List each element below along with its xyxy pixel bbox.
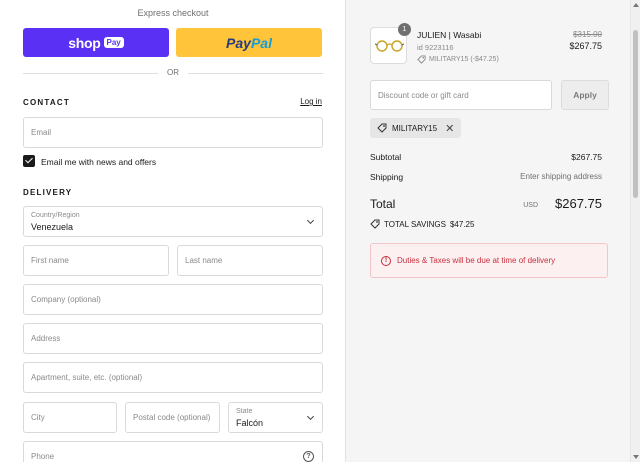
subtotal-value: $267.75 [571, 152, 602, 162]
total-currency: USD [523, 202, 538, 209]
apartment-placeholder: Apartment, suite, etc. (optional) [31, 373, 143, 382]
company-placeholder: Company (optional) [31, 295, 101, 304]
first-name-placeholder: First name [31, 256, 69, 265]
total-savings-value: $47.25 [449, 219, 475, 229]
last-name-field[interactable]: Last name [177, 245, 323, 276]
delivery-heading: DELIVERY [23, 188, 73, 197]
email-field[interactable]: Email [23, 117, 323, 148]
product-current-price: $267.75 [569, 41, 602, 51]
chevron-down-icon [306, 216, 315, 225]
paypal-button[interactable]: Pay Pal [176, 28, 322, 57]
newsletter-label[interactable]: Email me with news and offers [41, 157, 156, 167]
checkout-form-panel: Express checkout shop Pay Pay Pal OR CONT… [0, 0, 345, 462]
remove-discount-icon[interactable]: ✕ [445, 122, 454, 135]
product-discount-text: MILITARY15 (-$47.25) [429, 56, 499, 63]
product-name: JULIEN | Wasabi [417, 30, 482, 40]
email-placeholder: Email [31, 128, 52, 137]
shop-pay-button[interactable]: shop Pay [23, 28, 169, 57]
paypal-wordmark-part2: Pal [250, 34, 272, 51]
quantity-badge: 1 [398, 23, 411, 36]
product-original-price: $315.00 [573, 30, 602, 39]
duties-alert-text: Duties & Taxes will be due at time of de… [397, 256, 556, 265]
state-label: State [236, 408, 253, 415]
total-label: Total [370, 197, 396, 211]
total-savings: TOTAL SAVINGS $47.25 [370, 219, 474, 229]
last-name-placeholder: Last name [185, 256, 223, 265]
paypal-wordmark-part1: Pay [226, 34, 251, 51]
country-value: Venezuela [31, 222, 74, 232]
city-placeholder: City [31, 413, 45, 422]
phone-placeholder: Phone [31, 452, 55, 461]
glasses-icon [375, 40, 404, 52]
total-savings-label: TOTAL SAVINGS [384, 219, 446, 229]
express-checkout-title: Express checkout [137, 8, 209, 18]
shop-pay-badge: Pay [103, 37, 124, 48]
login-link[interactable]: Log in [300, 97, 322, 106]
newsletter-checkbox[interactable] [23, 155, 35, 167]
tag-icon [377, 123, 387, 133]
tag-icon [370, 219, 380, 229]
postal-code-field[interactable]: Postal code (optional) [125, 402, 220, 433]
shipping-value: Enter shipping address [520, 172, 602, 181]
chevron-down-icon [306, 412, 315, 421]
company-field[interactable]: Company (optional) [23, 284, 323, 315]
alert-icon: ! [381, 255, 391, 266]
apartment-field[interactable]: Apartment, suite, etc. (optional) [23, 362, 323, 393]
scroll-up-icon[interactable] [633, 3, 639, 7]
postal-code-placeholder: Postal code (optional) [133, 413, 211, 422]
country-label: Country/Region [31, 212, 80, 219]
state-value: Falcón [236, 418, 264, 428]
duties-alert: ! Duties & Taxes will be due at time of … [370, 243, 608, 278]
product-id: id 9223116 [417, 43, 454, 52]
divider-line-right [188, 73, 323, 74]
applied-discount-code: MILITARY15 [392, 123, 438, 133]
discount-code-input[interactable]: Discount code or gift card [370, 80, 552, 110]
shop-pay-wordmark: shop [68, 34, 101, 51]
scrollbar-thumb[interactable] [633, 30, 638, 198]
total-value: $267.75 [555, 196, 602, 211]
apply-discount-button[interactable]: Apply [561, 80, 609, 110]
or-divider: OR [23, 67, 323, 79]
applied-discount-chip: MILITARY15 ✕ [370, 118, 462, 138]
order-summary-panel: 1 JULIEN | Wasabi id 9223116 MILITARY15 … [345, 0, 630, 462]
first-name-field[interactable]: First name [23, 245, 169, 276]
subtotal-label: Subtotal [370, 152, 402, 162]
address-placeholder: Address [31, 334, 61, 343]
address-field[interactable]: Address [23, 323, 323, 354]
discount-code-placeholder: Discount code or gift card [378, 91, 469, 100]
country-select[interactable]: Country/Region Venezuela [23, 206, 323, 237]
state-select[interactable]: State Falcón [228, 402, 323, 433]
shipping-label: Shipping [370, 172, 404, 182]
product-discount: MILITARY15 (-$47.25) [417, 55, 499, 64]
scroll-down-icon[interactable] [633, 455, 639, 459]
city-field[interactable]: City [23, 402, 117, 433]
help-icon[interactable]: ? [303, 451, 314, 462]
contact-heading: CONTACT [23, 98, 70, 107]
phone-field[interactable]: Phone ? [23, 441, 323, 462]
tag-icon [417, 55, 426, 64]
page-scrollbar[interactable] [630, 0, 640, 462]
